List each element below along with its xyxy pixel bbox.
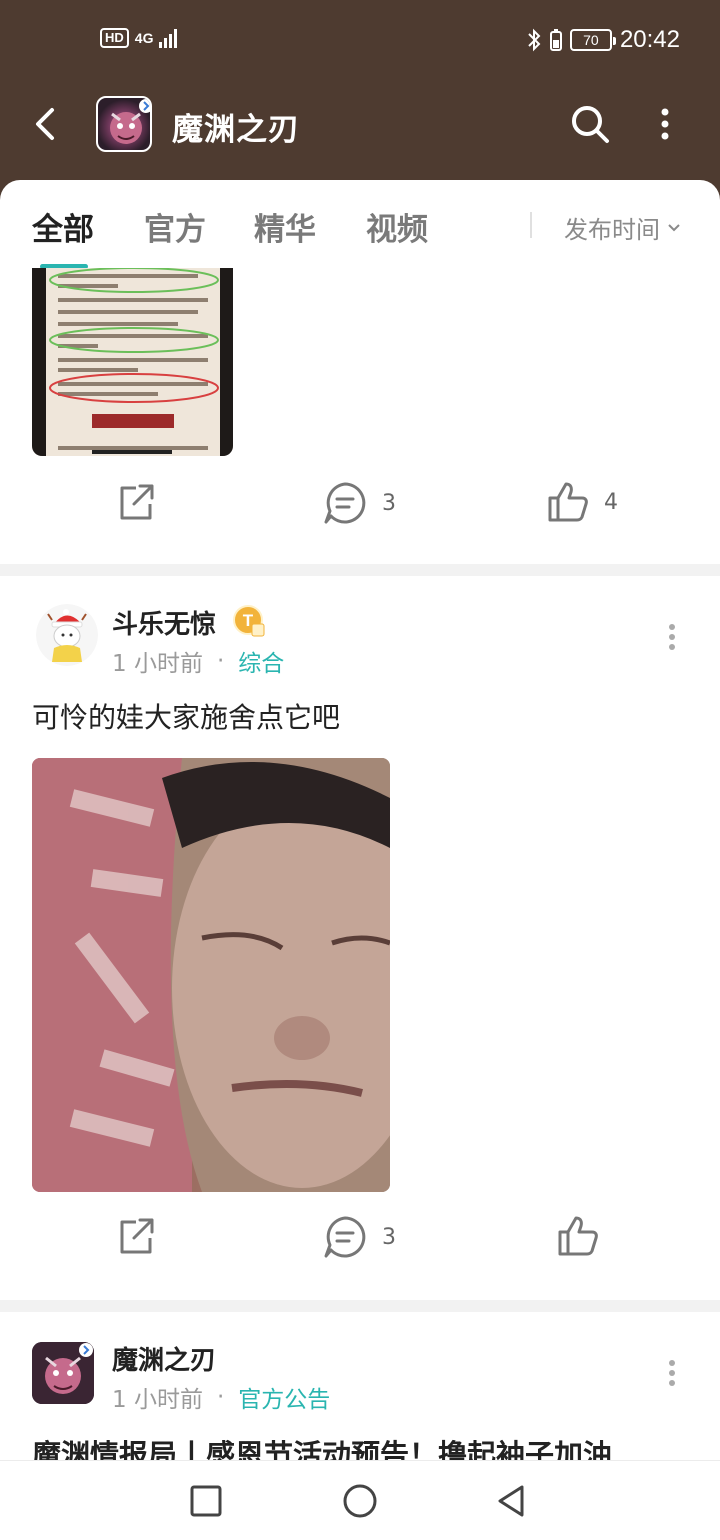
like-button[interactable]: 4: [546, 480, 618, 524]
post-image-photo[interactable]: [32, 758, 390, 1192]
post-separator: [0, 564, 720, 576]
tab-official[interactable]: 官方: [144, 204, 206, 249]
battery-saver-icon: [549, 29, 562, 51]
author-name[interactable]: 魔渊之刃: [112, 1340, 216, 1377]
comment-button[interactable]: 3: [322, 1214, 396, 1260]
post-time: 1 小时前: [112, 651, 203, 677]
author-name[interactable]: 斗乐无惊: [112, 604, 216, 641]
like-button[interactable]: [556, 1214, 600, 1258]
hd-badge: HD: [100, 28, 129, 48]
author-name-text: 斗乐无惊: [112, 610, 217, 640]
post-more-icon[interactable]: [664, 1358, 680, 1388]
share-button[interactable]: [114, 1214, 158, 1258]
post-category[interactable]: 官方公告: [238, 1380, 330, 1414]
bluetooth-icon: [528, 28, 541, 52]
community-avatar[interactable]: [96, 96, 152, 152]
post-separator: [0, 1300, 720, 1312]
post-time: 1 小时前: [112, 1387, 203, 1413]
author-avatar[interactable]: [36, 604, 98, 666]
notes-image: [32, 268, 233, 456]
status-right: 70 20:42: [526, 26, 680, 54]
tab-featured[interactable]: 精华: [254, 204, 316, 249]
thumbs-up-icon: [558, 1216, 598, 1256]
search-icon[interactable]: [568, 102, 612, 146]
share-button[interactable]: [114, 480, 158, 524]
thumbs-up-icon: [548, 482, 588, 522]
sort-label: 发布时间: [564, 216, 660, 244]
system-nav-bar: [0, 1460, 720, 1540]
post-category[interactable]: 综合: [238, 644, 284, 678]
app-header: 魔渊之刃: [0, 84, 720, 180]
post-text[interactable]: 可怜的娃大家施舍点它吧: [32, 696, 340, 736]
author-avatar[interactable]: [32, 1342, 94, 1404]
post-image-notes[interactable]: [32, 268, 233, 456]
game-logo-icon: [32, 1342, 94, 1404]
tab-all[interactable]: 全部: [32, 204, 94, 249]
back-nav-icon[interactable]: [494, 1483, 530, 1519]
post-title[interactable]: 魔渊情报局丨感恩节活动预告！撸起袖子加油: [32, 1432, 612, 1460]
status-bar: HD 4G 70 20:42: [0, 0, 720, 84]
home-icon[interactable]: [342, 1483, 378, 1519]
content-sheet: 全部 官方 精华 视频 发布时间 3 4 斗乐无惊 T 1 小时前 · 综合 可…: [0, 180, 720, 1460]
meta-dot: ·: [216, 648, 225, 674]
signal-icon: [159, 28, 178, 48]
game-logo-icon: [110, 99, 150, 144]
post2-actions: 3: [0, 1214, 720, 1274]
more-vertical-icon[interactable]: [650, 102, 680, 146]
level-badge-icon: T: [233, 605, 265, 637]
meta-dot: ·: [216, 1384, 225, 1410]
comment-icon: [324, 482, 366, 524]
post-meta: 1 小时前 · 官方公告: [112, 1380, 330, 1414]
comment-icon: [324, 1216, 366, 1258]
network-type: 4G: [134, 30, 154, 46]
category-tabs: 全部 官方 精华 视频 发布时间: [0, 180, 720, 269]
comment-count: 3: [382, 1224, 396, 1250]
tab-divider: [530, 212, 532, 238]
status-left: HD 4G: [100, 28, 178, 48]
page-title: 魔渊之刃: [172, 112, 300, 148]
post1-actions: 3 4: [0, 480, 720, 540]
battery-indicator: 70: [569, 29, 616, 51]
sort-dropdown[interactable]: 发布时间: [564, 210, 682, 245]
comment-count: 3: [382, 490, 396, 516]
tab-video[interactable]: 视频: [366, 204, 428, 249]
like-count: 4: [604, 489, 618, 515]
post-more-icon[interactable]: [664, 622, 680, 652]
back-icon[interactable]: [26, 102, 66, 146]
photo-image: [32, 758, 390, 1192]
chevron-down-icon: [668, 223, 680, 231]
share-icon: [120, 484, 154, 520]
recents-icon[interactable]: [188, 1483, 224, 1519]
clock: 20:42: [619, 26, 680, 53]
cartoon-avatar-icon: [36, 604, 98, 666]
post-meta: 1 小时前 · 综合: [112, 644, 284, 678]
share-icon: [120, 1218, 154, 1254]
comment-button[interactable]: 3: [322, 480, 396, 526]
